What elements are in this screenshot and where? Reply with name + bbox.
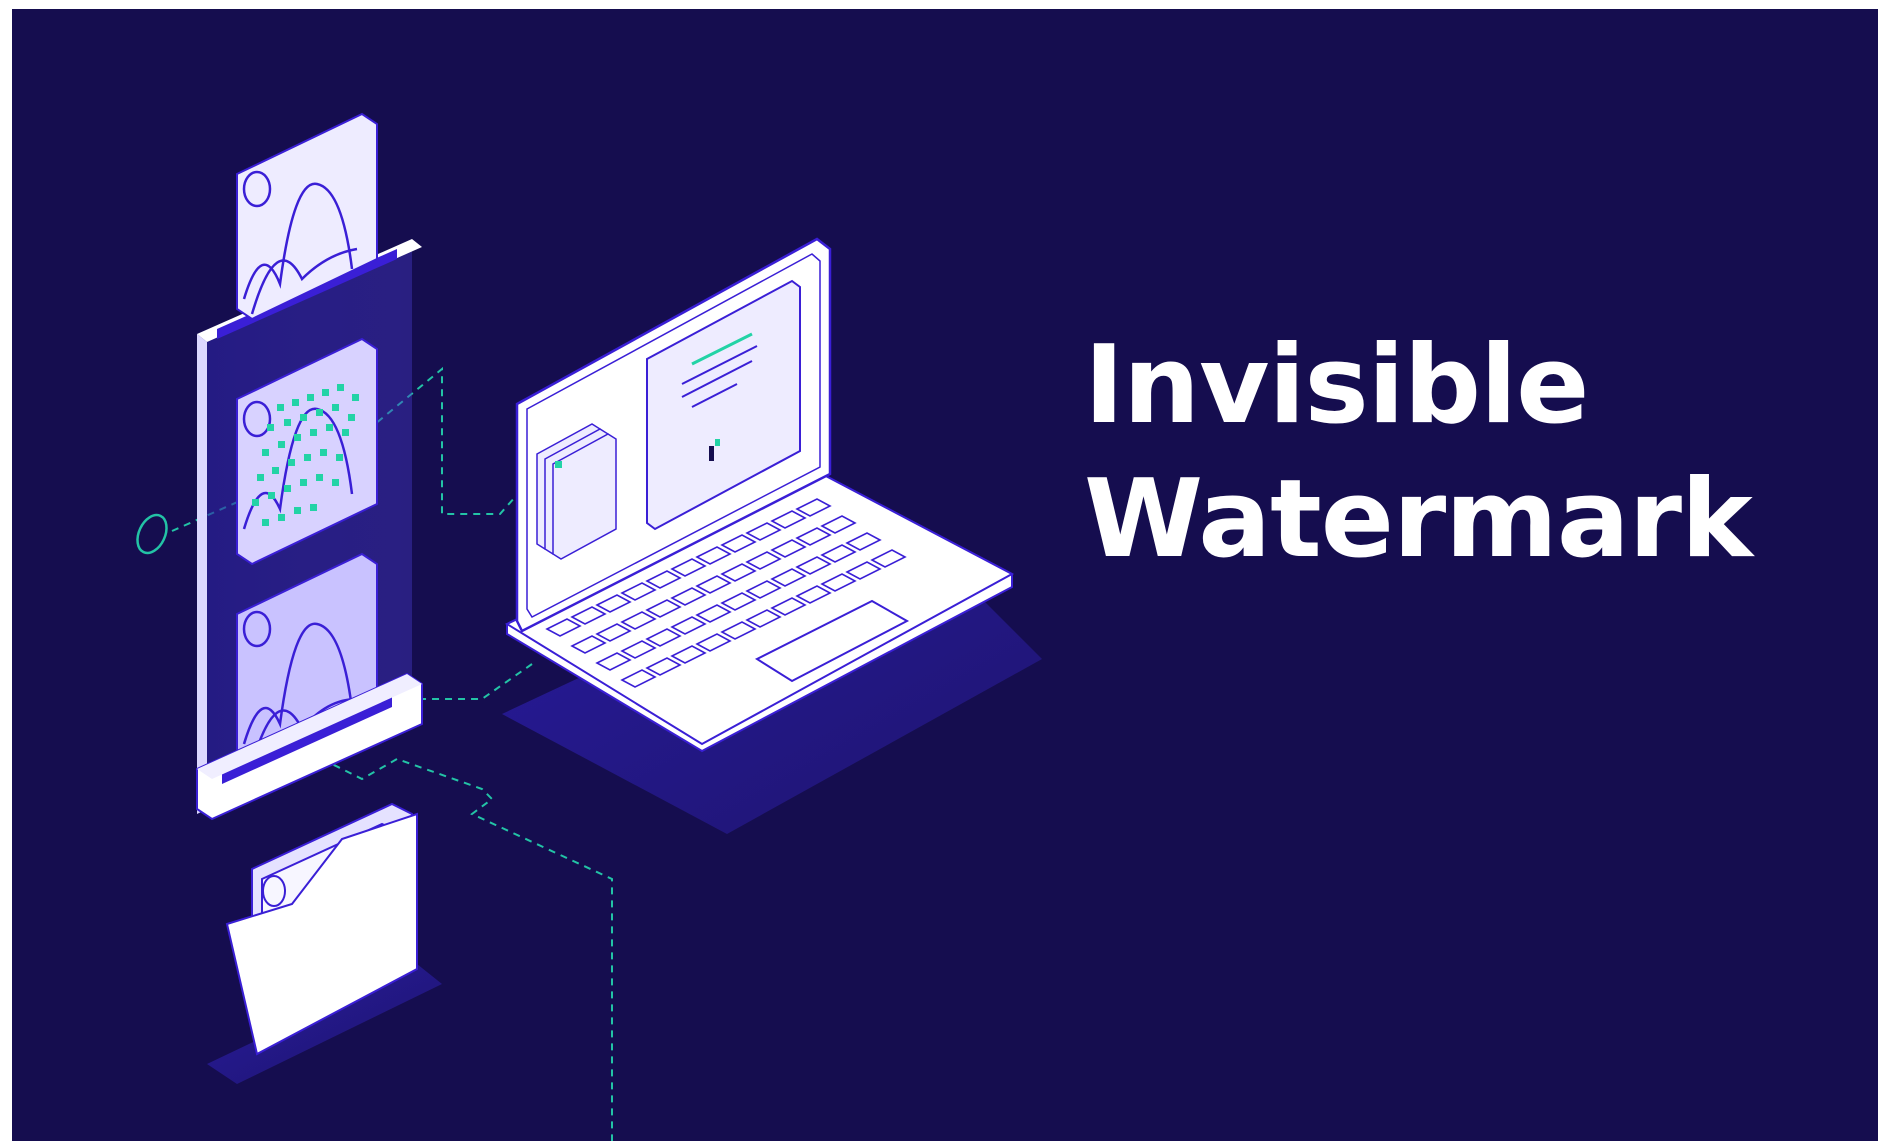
signal-ring	[136, 513, 168, 555]
headline-line-1: Invisible	[1084, 323, 1589, 448]
headline: Invisible Watermark	[1084, 319, 1753, 587]
headline-line-2: Watermark	[1084, 457, 1753, 582]
hero-banner: Invisible Watermark	[12, 9, 1878, 1141]
folder-icon	[207, 802, 442, 1084]
